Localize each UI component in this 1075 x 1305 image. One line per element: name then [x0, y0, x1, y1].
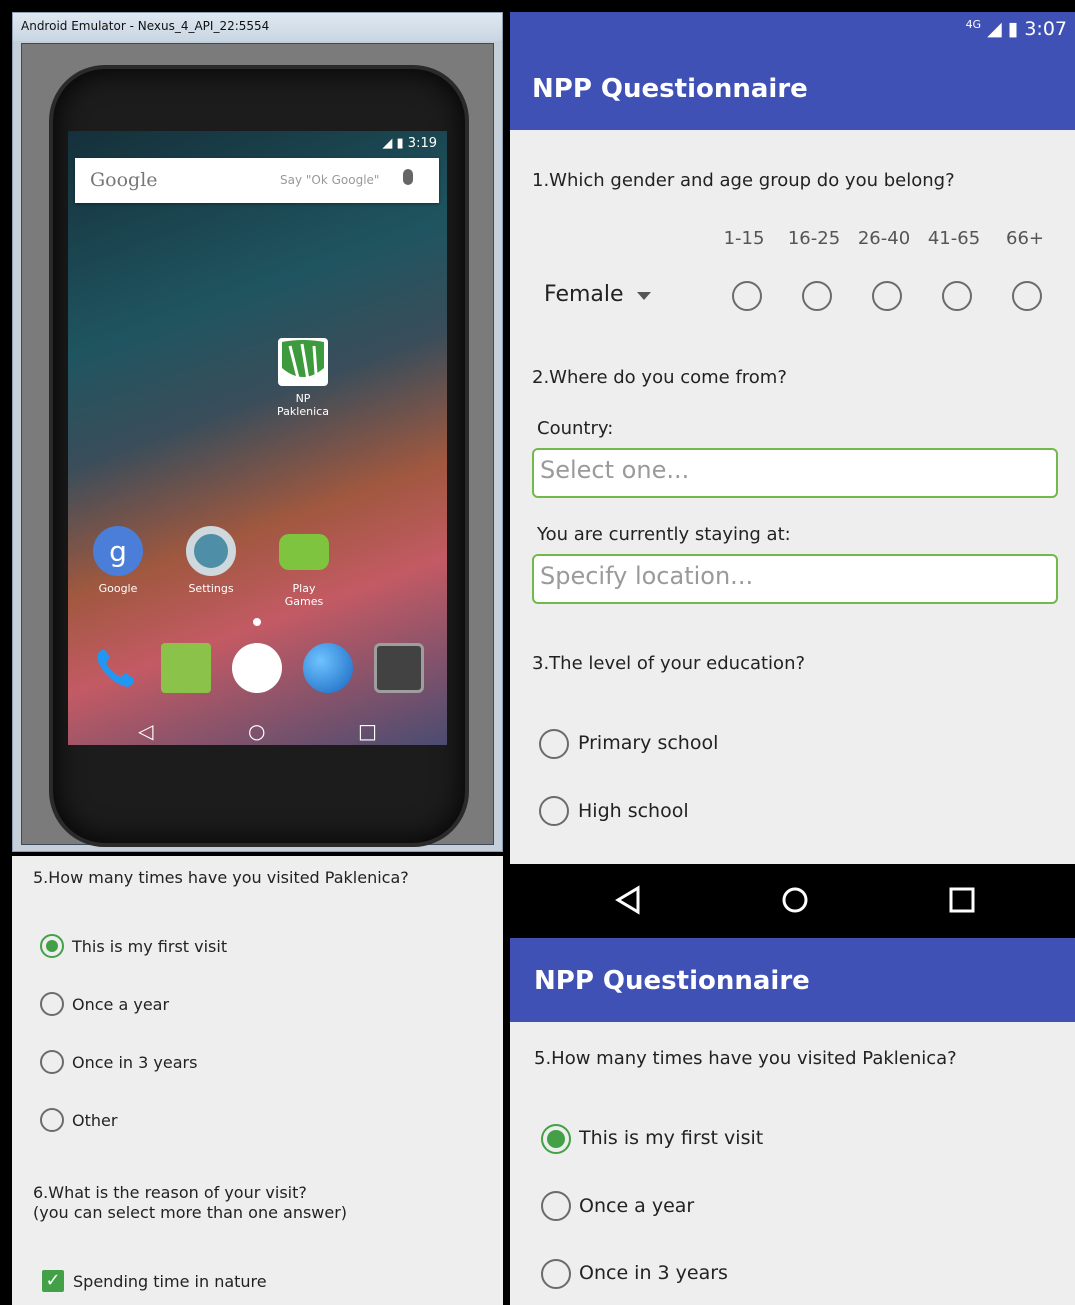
age-group-label: 26-40: [857, 228, 911, 249]
question-5: 5.How many times have you visited Paklen…: [534, 1048, 957, 1069]
search-hint: Say "Ok Google": [280, 173, 380, 187]
checkbox-checked-icon[interactable]: ✓: [42, 1270, 64, 1292]
emulator-window: Android Emulator - Nexus_4_API_22:5554 ◢…: [12, 12, 503, 852]
radio-button[interactable]: [539, 796, 569, 826]
app-drawer-icon[interactable]: [232, 643, 282, 693]
signal-icon: ◢: [987, 18, 1002, 40]
navigation-bar: [510, 864, 1075, 938]
location-field[interactable]: Specify location...: [532, 554, 1058, 604]
gamepad-icon: [279, 534, 329, 570]
phone-home-screen[interactable]: ◢ ▮ 3:19 Google Say "Ok Google" NP Pakle…: [68, 131, 447, 745]
radio-button[interactable]: [40, 1108, 64, 1132]
app-title: NPP Questionnaire: [532, 74, 808, 104]
app-settings[interactable]: Settings: [181, 526, 241, 595]
app-title: NPP Questionnaire: [534, 966, 810, 996]
back-nav-icon[interactable]: [614, 885, 642, 915]
google-logo: Google: [90, 169, 158, 191]
signal-icon: ◢: [382, 136, 393, 151]
phone-status-bar: ◢ ▮ 3:19: [382, 136, 437, 151]
age-radio-66-plus[interactable]: [1012, 281, 1042, 311]
option-label: This is my first visit: [579, 1127, 764, 1149]
gender-selected: Female: [544, 282, 624, 307]
app-label: Google: [98, 582, 138, 595]
radio-button[interactable]: [40, 992, 64, 1016]
age-group-label: 41-65: [927, 228, 981, 249]
status-indicators: 4G ◢ ▮ 3:07: [966, 18, 1067, 40]
app-label: Play Games: [284, 582, 324, 608]
google-search-bar[interactable]: Google Say "Ok Google": [75, 158, 439, 203]
option-label: Once in 3 years: [579, 1262, 728, 1284]
home-nav-icon[interactable]: ○: [248, 719, 265, 743]
app-bar: NPP Questionnaire: [510, 938, 1075, 1022]
option-label: Once a year: [579, 1195, 695, 1217]
question-3: 3.The level of your education?: [532, 653, 806, 674]
microphone-icon[interactable]: [403, 169, 413, 185]
home-nav-icon[interactable]: [780, 885, 810, 915]
age-radio-41-65[interactable]: [942, 281, 972, 311]
option-label: High school: [578, 800, 689, 822]
radio-button-selected[interactable]: [541, 1124, 571, 1154]
questionnaire-screen-scrolled: 5.How many times have you visited Paklen…: [12, 856, 503, 1305]
age-radio-16-25[interactable]: [802, 281, 832, 311]
phone-status-time: 3:19: [407, 136, 437, 151]
back-nav-icon[interactable]: ◁: [138, 719, 153, 743]
age-radio-26-40[interactable]: [872, 281, 902, 311]
messaging-icon[interactable]: [161, 643, 211, 693]
battery-icon: ▮: [1007, 18, 1019, 40]
page-indicator: [253, 618, 261, 626]
question-5: 5.How many times have you visited Paklen…: [33, 868, 409, 887]
radio-button-selected[interactable]: [40, 934, 64, 958]
radio-button[interactable]: [541, 1259, 571, 1289]
camera-icon[interactable]: [374, 643, 424, 693]
radio-button[interactable]: [40, 1050, 64, 1074]
staying-label: You are currently staying at:: [537, 524, 791, 545]
dropdown-arrow-icon: [637, 292, 651, 300]
app-label: Settings: [188, 582, 234, 595]
option-label: Primary school: [578, 732, 719, 754]
np-paklenica-icon: [278, 338, 328, 386]
settings-gear-icon: [186, 526, 236, 576]
app-label: NP Paklenica: [277, 392, 329, 418]
country-field[interactable]: Select one...: [532, 448, 1058, 498]
option-label: Once a year: [72, 995, 170, 1014]
app-google[interactable]: g Google: [88, 526, 148, 595]
country-label: Country:: [537, 418, 614, 439]
radio-button[interactable]: [541, 1191, 571, 1221]
question-1: 1.Which gender and age group do you belo…: [532, 170, 955, 191]
phone-dialer-icon[interactable]: [90, 643, 140, 693]
option-label: Once in 3 years: [72, 1053, 198, 1072]
questionnaire-screen-top: 4G ◢ ▮ 3:07 NPP Questionnaire 1.Which ge…: [510, 12, 1075, 864]
recents-nav-icon[interactable]: □: [358, 719, 377, 743]
questionnaire-screen-bottom: NPP Questionnaire 5.How many times have …: [510, 938, 1075, 1305]
age-group-label: 66+: [1006, 228, 1044, 249]
network-type: 4G: [965, 18, 982, 31]
browser-globe-icon[interactable]: [303, 643, 353, 693]
battery-icon: ▮: [396, 136, 404, 151]
age-group-label: 1-15: [723, 228, 765, 249]
option-label: This is my first visit: [72, 937, 228, 956]
app-play-games[interactable]: Play Games: [274, 526, 334, 608]
age-group-label: 16-25: [787, 228, 841, 249]
emulator-title-bar: Android Emulator - Nexus_4_API_22:5554: [13, 13, 502, 41]
option-label: Spending time in nature: [73, 1272, 267, 1291]
google-icon: g: [93, 526, 143, 576]
age-radio-1-15[interactable]: [732, 281, 762, 311]
app-bar: NPP Questionnaire: [510, 48, 1075, 130]
recents-nav-icon[interactable]: [948, 886, 976, 914]
status-bar: 4G ◢ ▮ 3:07: [510, 12, 1075, 48]
question-6: 6.What is the reason of your visit?: [33, 1183, 307, 1202]
option-label: Other: [72, 1111, 118, 1130]
app-np-paklenica[interactable]: NP Paklenica: [273, 338, 333, 418]
radio-button[interactable]: [539, 729, 569, 759]
status-time: 3:07: [1024, 18, 1067, 40]
question-6-hint: (you can select more than one answer): [33, 1203, 348, 1222]
question-2: 2.Where do you come from?: [532, 367, 787, 388]
